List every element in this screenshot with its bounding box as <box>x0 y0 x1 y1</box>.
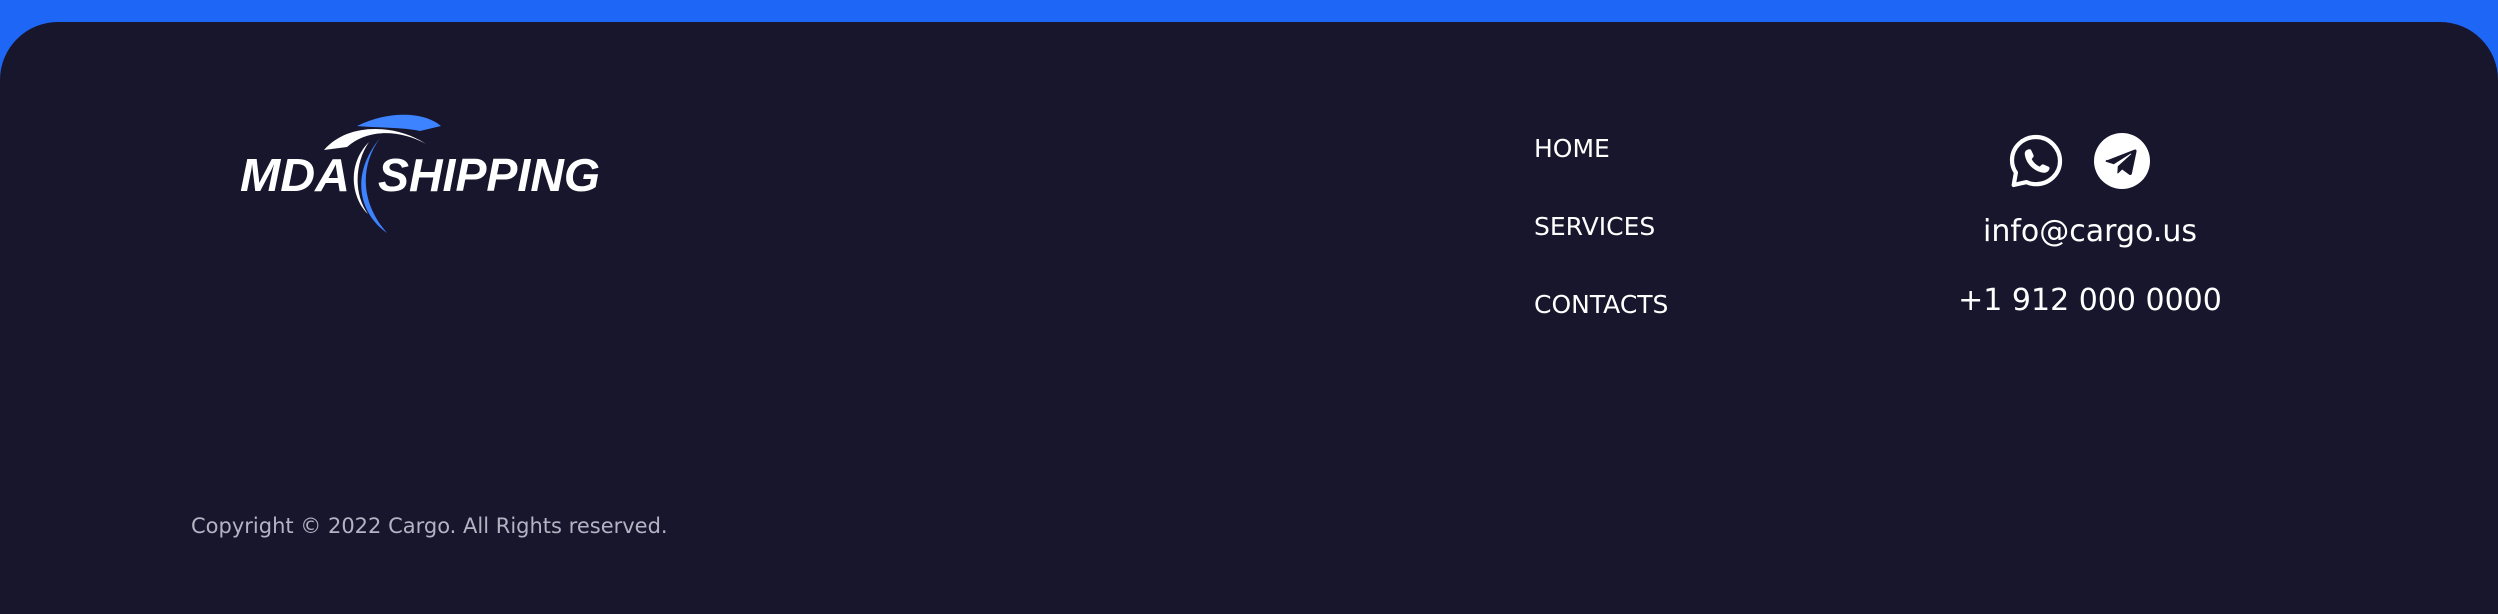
logo-text-left: MDA <box>240 149 350 201</box>
nav-link-services[interactable]: SERVICES <box>1534 212 1655 242</box>
phone-link[interactable]: +1 912 000 0000 <box>1945 283 2235 319</box>
email-link[interactable]: info@cargo.us <box>1945 214 2235 250</box>
telegram-icon[interactable] <box>2093 132 2151 190</box>
whatsapp-icon[interactable] <box>2007 132 2065 190</box>
nav-link-contacts[interactable]: CONTACTS <box>1534 290 1668 320</box>
logo-text-right: SHIPPING <box>378 149 600 201</box>
social-links <box>1945 110 2245 190</box>
nav-link-home[interactable]: HOME <box>1534 134 1610 164</box>
copyright-text: Copyright © 2022 Cargo. All Rights reser… <box>191 514 668 538</box>
site-footer: MDA SHIPPING HOME SERVICES CONTACTS info… <box>0 22 2498 614</box>
contact-block: info@cargo.us +1 912 000 0000 <box>1945 110 2245 350</box>
brand-logo[interactable]: MDA SHIPPING <box>236 110 606 238</box>
